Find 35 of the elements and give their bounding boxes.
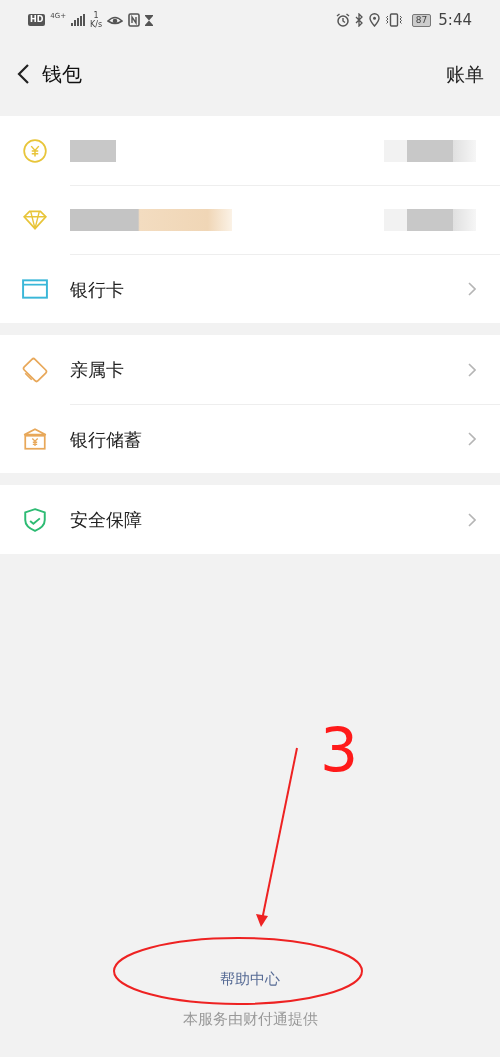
vibrate-icon <box>384 13 403 27</box>
chevron-icon <box>468 432 476 446</box>
hd-icon: HD <box>28 14 46 26</box>
back-icon[interactable] <box>16 63 30 85</box>
chevron-icon <box>468 362 476 377</box>
bluetooth-icon <box>354 13 364 27</box>
menu-label: 亲属卡 <box>70 358 124 382</box>
nfc-icon <box>128 13 141 27</box>
provider-note: 本服务由财付通提供 <box>182 1010 318 1028</box>
signal-icon <box>71 14 86 26</box>
hourglass-icon <box>145 14 154 26</box>
menu-item[interactable]: 安全保障 <box>0 485 500 554</box>
menu-item[interactable]: 亲属卡 <box>0 335 500 404</box>
clock: 5:44 <box>438 9 472 31</box>
step-number: 3 <box>320 715 359 785</box>
location-icon <box>368 13 380 27</box>
tilted-cards-icon <box>22 356 48 383</box>
menu-label: 银行储蓄 <box>70 427 142 452</box>
bill-link[interactable]: 账单 <box>446 59 484 89</box>
speed-value: 1 <box>93 11 99 20</box>
menu-item[interactable]: 银行储蓄 <box>0 404 500 473</box>
menu-item[interactable]: 银行卡 <box>0 254 500 323</box>
menu-label: 安全保障 <box>70 508 142 532</box>
chevron-icon <box>468 512 476 527</box>
coin-icon <box>22 137 48 164</box>
menu-label: 银行卡 <box>70 277 124 302</box>
eye-icon <box>107 14 124 26</box>
page-title: 钱包 <box>42 61 82 88</box>
chevron-icon <box>468 282 476 296</box>
redacted-block <box>70 139 116 162</box>
shield-icon <box>22 506 48 533</box>
alarm-icon <box>335 13 350 27</box>
battery-icon: 87 <box>411 13 432 27</box>
speed-unit: K/s <box>90 20 103 29</box>
help-center-link[interactable]: 帮助中心 <box>220 968 280 990</box>
